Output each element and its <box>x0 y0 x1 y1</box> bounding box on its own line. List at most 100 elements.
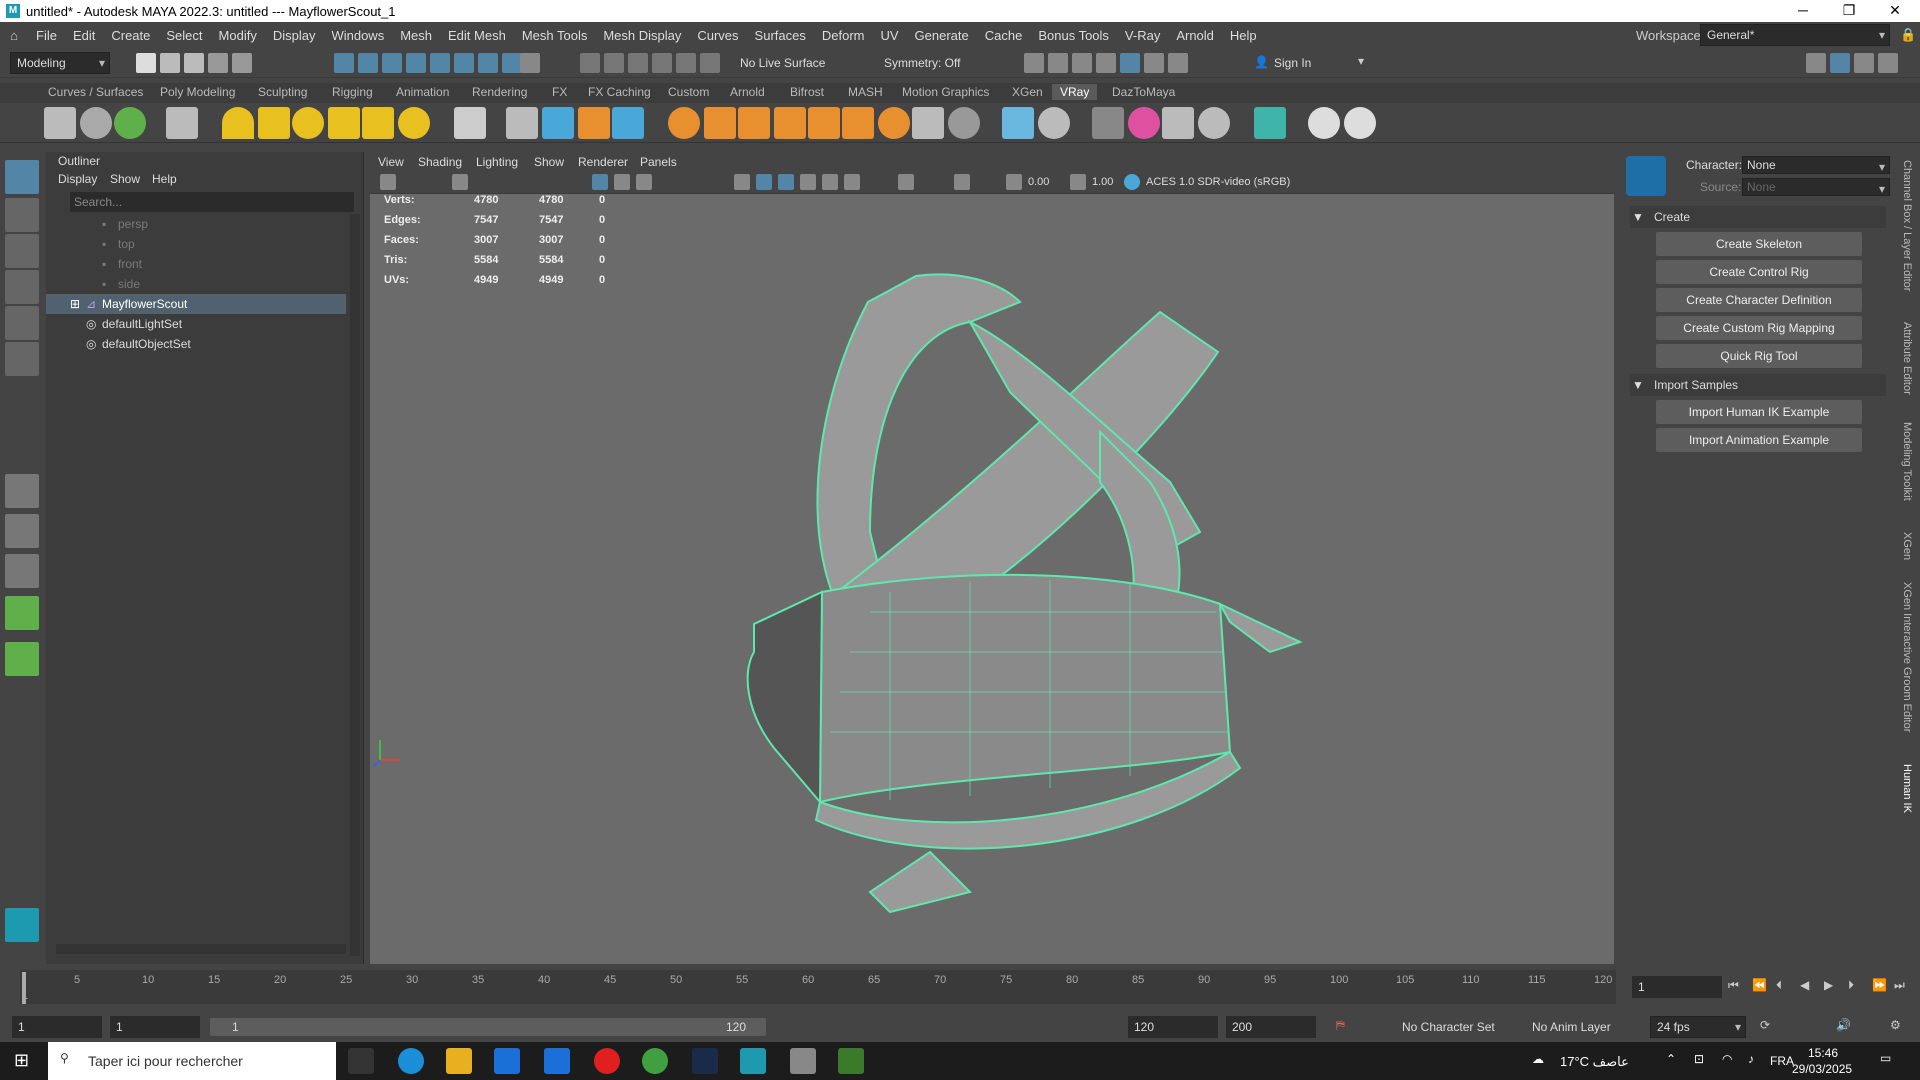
vray-object-properties-icon[interactable] <box>1002 107 1034 139</box>
live-surface-field[interactable]: No Live Surface <box>740 56 825 70</box>
menu-create[interactable]: Create <box>103 28 158 43</box>
language-indicator[interactable]: FRA <box>1770 1054 1794 1068</box>
clock-time[interactable]: 15:46 <box>1808 1046 1838 1060</box>
current-frame-field[interactable]: 1 <box>1632 976 1722 998</box>
home-icon[interactable]: ⌂ <box>0 28 28 43</box>
character-set-dropdown[interactable]: No Character Set <box>1402 1020 1495 1034</box>
shelf-tab-mash[interactable]: MASH <box>848 85 883 99</box>
outlook-icon[interactable] <box>544 1048 570 1074</box>
fps-dropdown[interactable]: 24 fps <box>1650 1016 1746 1038</box>
menu-deform[interactable]: Deform <box>814 28 873 43</box>
outliner-menu-show[interactable]: Show <box>110 172 140 186</box>
go-to-end-icon[interactable]: ⏭ <box>1894 978 1905 993</box>
minimize-icon[interactable]: ─ <box>1780 0 1826 22</box>
vray-frame-buffer-icon[interactable] <box>80 107 112 139</box>
toggle-tool-settings-icon[interactable] <box>1878 53 1898 73</box>
select-mask-5-icon[interactable] <box>502 53 522 73</box>
save-scene-icon[interactable] <box>184 53 204 73</box>
tab-modeling-toolkit[interactable]: Modeling Toolkit <box>1901 422 1913 501</box>
create-custom-rig-mapping-button[interactable]: Create Custom Rig Mapping <box>1656 316 1862 340</box>
lasso-tool-icon[interactable] <box>5 198 39 232</box>
menu-set-dropdown[interactable]: Modeling <box>10 52 110 74</box>
vray-fur-icon[interactable] <box>704 107 736 139</box>
tray-chevron-icon[interactable]: ⌃ <box>1666 1052 1676 1066</box>
outliner-menu-display[interactable]: Display <box>58 172 97 186</box>
snap-vertex-icon[interactable] <box>700 53 720 73</box>
loop-icon[interactable]: ⟳ <box>1760 1018 1770 1032</box>
shelf-tab-motion-graphics[interactable]: Motion Graphics <box>902 85 989 99</box>
edge-icon[interactable] <box>398 1048 424 1074</box>
viewport-panel[interactable]: View Shading Lighting Show Renderer Pane… <box>370 152 1614 964</box>
go-to-start-icon[interactable]: ⏮ <box>1728 978 1739 993</box>
select-mask-icon[interactable] <box>406 53 426 73</box>
quick-rig-tool-button[interactable]: Quick Rig Tool <box>1656 344 1862 368</box>
timeline-track[interactable] <box>20 970 1616 1004</box>
select-by-hierarchy-icon[interactable] <box>334 53 354 73</box>
range-slider-bar[interactable]: 1 120 <box>210 1018 766 1036</box>
shelf-tab-xgen[interactable]: XGen <box>1012 85 1043 99</box>
select-mask-2-icon[interactable] <box>430 53 450 73</box>
menu-help[interactable]: Help <box>1222 28 1265 43</box>
vray-decal-icon[interactable] <box>774 107 806 139</box>
menu-generate[interactable]: Generate <box>907 28 977 43</box>
opera-icon[interactable] <box>594 1048 620 1074</box>
menu-mesh-display[interactable]: Mesh Display <box>595 28 689 43</box>
outliner-item-top[interactable]: ▪ top <box>46 234 346 254</box>
create-control-rig-button[interactable]: Create Control Rig <box>1656 260 1862 284</box>
search-input[interactable]: Search... <box>70 192 354 212</box>
menu-arnold[interactable]: Arnold <box>1168 28 1222 43</box>
hypershade-icon[interactable] <box>1120 53 1140 73</box>
outliner-layout-icon[interactable] <box>5 596 39 630</box>
shelf-tab-bifrost[interactable]: Bifrost <box>790 85 824 99</box>
tab-human-ik[interactable]: Human IK <box>1901 764 1913 813</box>
select-mask-4-icon[interactable] <box>478 53 498 73</box>
panel-layout-icon[interactable] <box>1806 53 1826 73</box>
vray-dome-light-icon[interactable] <box>222 107 254 139</box>
outliner-item-defaultobjectset[interactable]: ◎ defaultObjectSet <box>46 334 346 354</box>
volume-icon[interactable]: ♪ <box>1748 1052 1754 1066</box>
audio-icon[interactable]: 🔊 <box>1836 1018 1851 1032</box>
vray-clipper-icon[interactable] <box>878 107 910 139</box>
windows-start-icon[interactable]: ⊞ <box>14 1050 29 1071</box>
vray-rect-light-icon[interactable] <box>258 107 290 139</box>
snap-curve-icon[interactable] <box>604 53 624 73</box>
lock-selection-icon[interactable] <box>520 53 540 73</box>
step-forward-key-icon[interactable]: ⏩ <box>1872 978 1887 992</box>
network-icon[interactable]: ⊡ <box>1694 1052 1704 1066</box>
menu-mesh-tools[interactable]: Mesh Tools <box>514 28 596 43</box>
vray-sun-light-icon[interactable] <box>398 107 430 139</box>
hik-logo-icon[interactable] <box>1626 156 1666 196</box>
menu-bonus-tools[interactable]: Bonus Tools <box>1030 28 1117 43</box>
render-frame-icon[interactable] <box>1048 53 1068 73</box>
vray-color-icon[interactable] <box>1128 107 1160 139</box>
shelf-tab-fx-caching[interactable]: FX Caching <box>588 85 651 99</box>
create-skeleton-button[interactable]: Create Skeleton <box>1656 232 1862 256</box>
single-view-icon[interactable] <box>5 474 39 508</box>
menu-file[interactable]: File <box>28 28 65 43</box>
vray-ipr-icon[interactable] <box>114 107 146 139</box>
clock-date[interactable]: 29/03/2025 <box>1792 1062 1852 1076</box>
toggle-channel-box-icon[interactable] <box>1830 53 1850 73</box>
scale-tool-icon[interactable] <box>5 342 39 376</box>
render-view-icon[interactable] <box>1024 53 1044 73</box>
outliner-item-persp[interactable]: ▪ persp <box>46 214 346 234</box>
menu-edit-mesh[interactable]: Edit Mesh <box>440 28 514 43</box>
menu-display[interactable]: Display <box>265 28 324 43</box>
undo-icon[interactable] <box>208 53 228 73</box>
two-view-icon[interactable] <box>5 554 39 588</box>
auto-key-icon[interactable]: ⛿ <box>1336 1018 1345 1033</box>
open-scene-icon[interactable] <box>160 53 180 73</box>
vray-help-icon[interactable] <box>1308 107 1340 139</box>
menu-windows[interactable]: Windows <box>323 28 392 43</box>
tab-xgen[interactable]: XGen <box>1901 532 1913 560</box>
chevron-down-icon[interactable]: ▾ <box>1358 54 1364 68</box>
notification-icon[interactable]: ▭ <box>1880 1051 1891 1065</box>
workspace-dropdown[interactable]: General* <box>1700 24 1890 46</box>
shelf-tab-arnold[interactable]: Arnold <box>730 85 765 99</box>
menu-uv[interactable]: UV <box>872 28 906 43</box>
four-view-icon[interactable] <box>5 514 39 548</box>
shelf-tab-fx[interactable]: FX <box>552 85 567 99</box>
menu-edit[interactable]: Edit <box>65 28 103 43</box>
app-taskbar-icon[interactable] <box>790 1048 816 1074</box>
end-time-field[interactable]: 200 <box>1226 1016 1316 1038</box>
